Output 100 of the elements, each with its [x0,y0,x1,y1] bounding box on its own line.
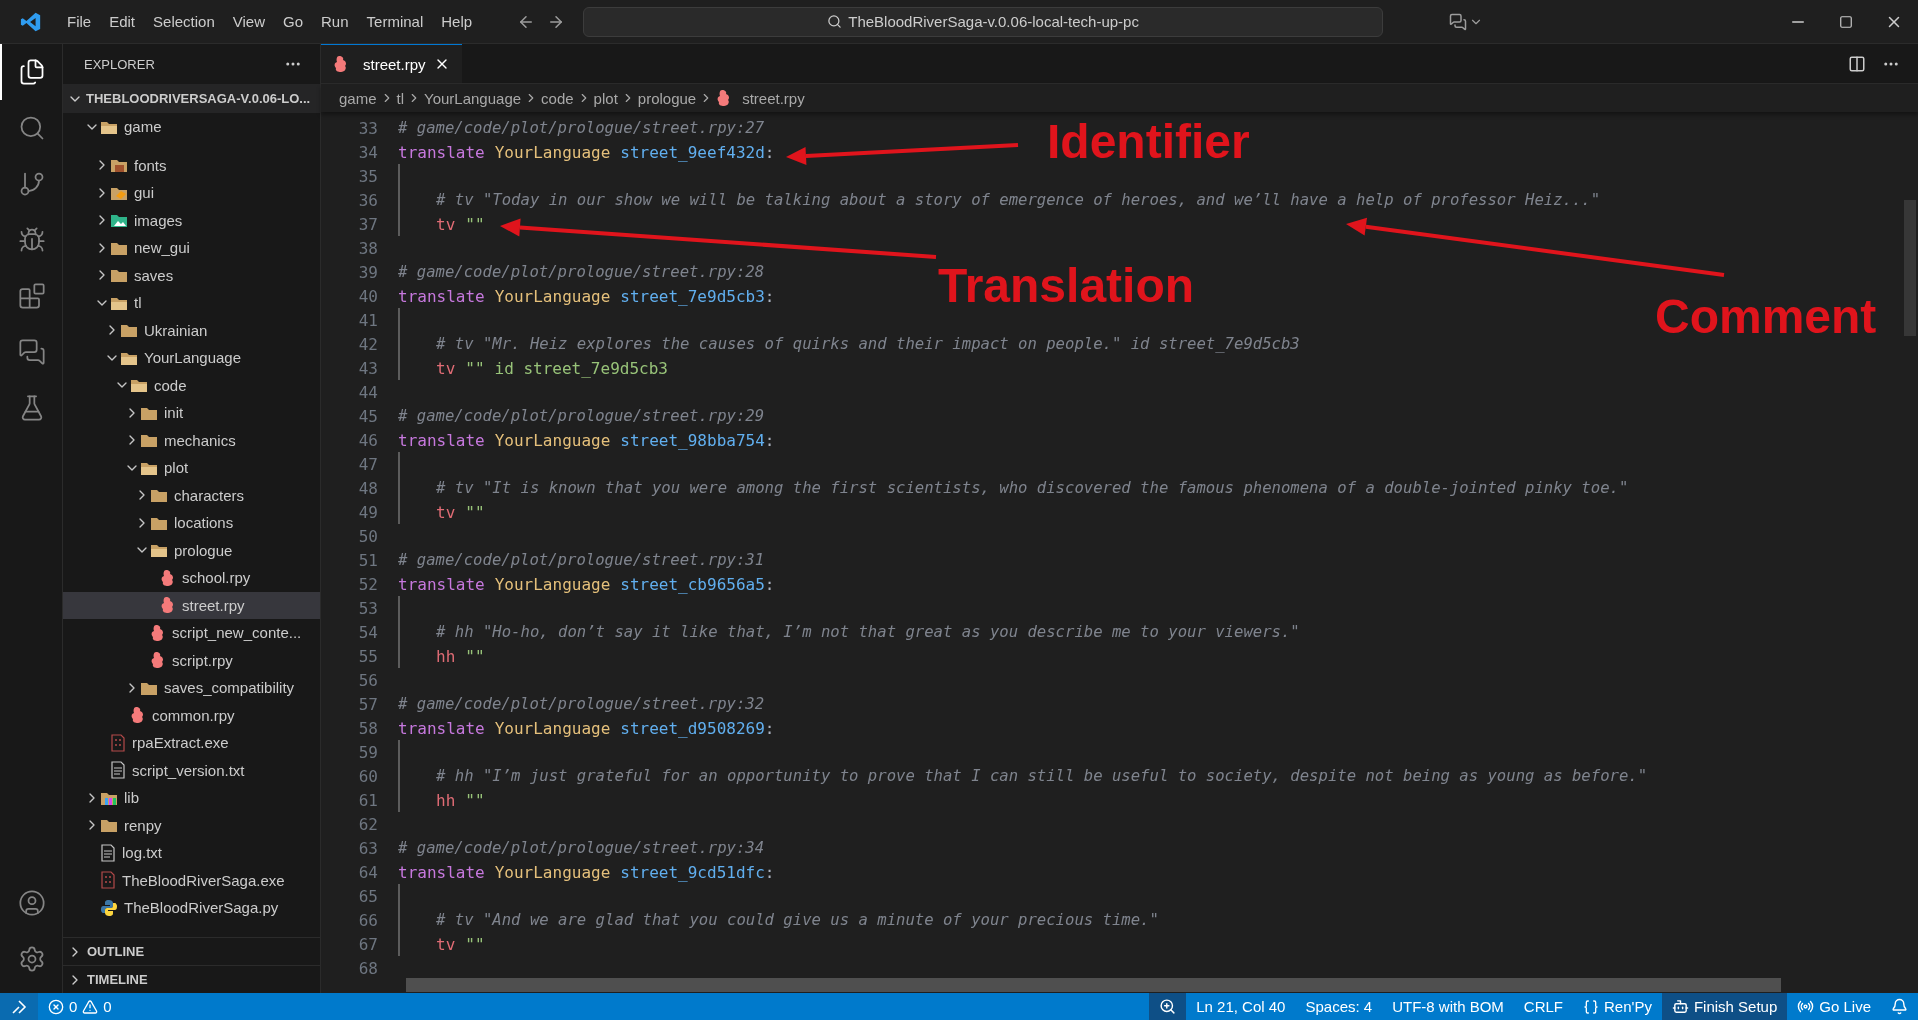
line-number: 44 [357,382,379,402]
explorer-folder[interactable]: plot [63,454,320,482]
panel-header[interactable]: OUTLINE [63,937,320,965]
explorer-entry[interactable]: log.txt [63,839,320,867]
binary-file-icon [100,871,116,890]
code-comment: # hh "I’m just grateful for an opportunity to prove that I can still be useful to society, despite not being as young as before." [436,767,1648,785]
line-number: 43 [357,358,379,378]
braces-icon [1583,998,1599,1015]
status-item[interactable]: Ln 21, Col 40 [1186,993,1296,1020]
annotation-label: Translation [938,258,1195,313]
line-number: 58 [357,718,379,738]
code-token: "" [465,502,485,522]
explorer-folder[interactable]: gui [63,179,320,207]
workspace-root[interactable]: THEBLOODRIVERSAGA-V.0.06-LO... [63,84,320,113]
code-token: tv [436,214,456,234]
code-token: street_d9508269 [620,718,765,738]
menu-item[interactable]: Help [432,9,482,34]
explorer-folder[interactable]: images [63,206,320,234]
problems-status[interactable]: 0 0 [38,993,122,1020]
horizontal-scrollbar[interactable] [406,978,1781,992]
line-number: 34 [357,142,379,162]
code-token: "" [465,358,485,378]
menu-item[interactable]: Terminal [357,9,433,34]
explorer-folder[interactable]: saves [63,261,320,289]
maximize-icon[interactable] [1839,14,1853,29]
explorer-folder[interactable]: new_gui [63,234,320,262]
breadcrumb[interactable]: code [541,89,574,107]
breadcrumb[interactable]: YourLanguage [424,89,522,107]
line-number: 57 [357,694,379,714]
remote-icon[interactable] [10,997,28,1016]
explorer-folder[interactable]: saves_compatibility [63,674,320,702]
explorer-folder[interactable]: code [63,371,320,399]
explorer-folder[interactable]: init [63,399,320,427]
account-icon[interactable] [18,889,46,917]
breadcrumb[interactable]: prologue [637,89,697,107]
code-token: street_9cd51dfc [620,862,765,882]
editor-tab[interactable]: street.rpy [321,44,462,83]
line-number: 56 [357,670,379,690]
zoom-icon[interactable] [1159,998,1177,1015]
explorer-folder[interactable]: characters [63,481,320,509]
code-token: translate [398,286,485,306]
explorer-entry[interactable]: TheBloodRiverSaga.exe [63,866,320,894]
explorer-folder[interactable]: prologue [63,536,320,564]
explorer-entry[interactable]: street.rpy [63,591,320,619]
menu-item[interactable]: Selection [144,9,224,34]
vertical-scrollbar[interactable] [1904,200,1916,336]
status-item[interactable]: UTF-8 with BOM [1382,993,1514,1020]
copilot-status[interactable]: Finish Setup [1661,993,1788,1020]
line-number: 68 [357,958,379,978]
debug-icon [18,226,46,254]
code-comment: # game/code/plot/prologue/street.rpy:27 [398,119,765,137]
breadcrumb[interactable]: plot [593,89,618,107]
command-center[interactable]: TheBloodRiverSaga-v.0.06-local-tech-up-pc [583,6,1384,37]
live-server-status[interactable]: Go Live [1787,993,1881,1020]
breadcrumb[interactable]: street.rpy [716,89,805,107]
explorer-folder[interactable]: locations [63,509,320,537]
explorer-entry[interactable]: rpaExtract.exe [63,729,320,757]
explorer-folder[interactable]: Ukrainian [63,316,320,344]
split-editor-icon[interactable] [1848,54,1866,73]
code-token: "" [465,934,485,954]
renpy-file-icon [130,706,146,725]
notification-icon[interactable] [1891,998,1908,1015]
explorer-entry[interactable]: school.rpy [63,564,320,592]
explorer-folder[interactable]: renpy [63,811,320,839]
menu-item[interactable]: View [223,9,274,34]
menu-item[interactable]: Go [274,9,312,34]
menu-item[interactable]: Run [312,9,358,34]
breadcrumb[interactable]: tl [396,89,405,107]
menu-item[interactable]: File [58,9,101,34]
code-token: "" [465,646,485,666]
explorer-entry[interactable]: script_new_conte... [63,619,320,647]
code-token: translate [398,142,485,162]
explorer-entry[interactable]: common.rpy [63,701,320,729]
code-token: : [764,574,775,594]
code-comment: # tv "Mr. Heiz explores the causes of quirks and their impact on people." id street_7e9d5cb3 [436,335,1300,353]
explorer-folder[interactable]: mechanics [63,426,320,454]
menu-item[interactable]: Edit [100,9,145,34]
breadcrumb[interactable]: game [339,89,377,107]
code-token: : [764,430,775,450]
settings-icon[interactable] [18,945,46,973]
code-token: hh [436,646,456,666]
line-number: 46 [357,430,379,450]
line-number: 61 [357,790,379,810]
explorer-entry[interactable]: script_version.txt [63,756,320,784]
explorer-folder[interactable]: tl [63,289,320,317]
code-token: YourLanguage [494,718,611,738]
chat-icon[interactable] [1449,12,1468,31]
status-item[interactable]: Spaces: 4 [1295,993,1383,1020]
explorer-entry[interactable]: script.rpy [63,646,320,674]
explorer-folder[interactable]: game [63,113,320,141]
language-status[interactable]: Ren'Py [1573,993,1662,1020]
explorer-folder[interactable]: YourLanguage [63,344,320,372]
status-item[interactable]: CRLF [1513,993,1573,1020]
search-icon [827,14,843,29]
code-comment: # game/code/plot/prologue/street.rpy:31 [398,551,765,569]
explorer-folder[interactable]: lib [63,784,320,812]
code-token: : [764,142,775,162]
explorer-folder[interactable]: fonts [63,151,320,179]
explorer-entry[interactable]: TheBloodRiverSaga.py [63,894,320,922]
code-token: tv [436,358,456,378]
